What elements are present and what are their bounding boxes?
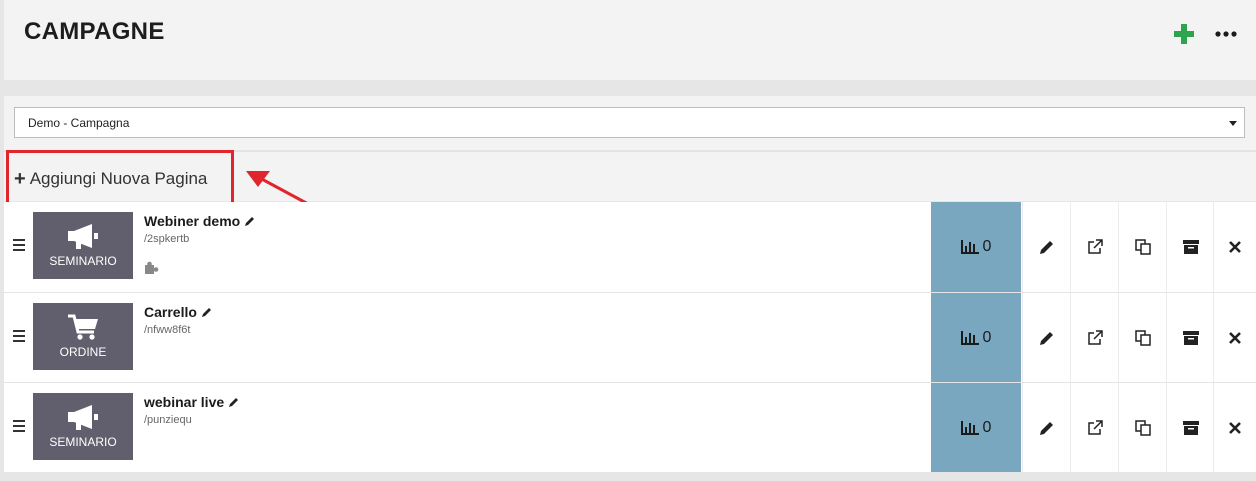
page-title-link[interactable]: Carrello <box>144 304 213 320</box>
close-icon <box>1229 421 1241 434</box>
page-row: SEMINARIO Webiner demo /2spkertb 0 <box>4 202 1256 293</box>
archive-icon <box>1182 330 1199 345</box>
copy-icon <box>1134 329 1151 346</box>
open-external-button[interactable] <box>1070 383 1118 472</box>
close-icon <box>1229 241 1241 253</box>
cart-icon <box>68 314 98 340</box>
archive-button[interactable] <box>1166 383 1214 472</box>
pencil-icon <box>1039 421 1053 435</box>
page-row: SEMINARIO webinar live /punziequ 0 <box>4 383 1256 473</box>
page-title: CAMPAGNE <box>24 18 165 45</box>
page-slug: /nfww8f6t <box>144 324 191 336</box>
megaphone-icon <box>68 224 98 249</box>
bar-chart-icon <box>960 420 979 435</box>
archive-button[interactable] <box>1166 202 1214 292</box>
drag-handle-icon[interactable] <box>13 420 25 435</box>
edit-button[interactable] <box>1022 383 1070 472</box>
stats-count: 0 <box>982 238 992 255</box>
page-thumbnail[interactable]: SEMINARIO <box>33 393 133 460</box>
page-title-link[interactable]: Webiner demo <box>144 213 256 229</box>
page-type-label: SEMINARIO <box>49 435 117 449</box>
page-name: webinar live <box>144 394 225 410</box>
archive-icon <box>1182 420 1199 435</box>
edit-button[interactable] <box>1022 293 1070 382</box>
open-external-button[interactable] <box>1070 293 1118 382</box>
bar-chart-icon <box>960 330 979 345</box>
close-icon <box>1229 331 1241 344</box>
delete-button[interactable] <box>1213 293 1256 382</box>
stats-button[interactable]: 0 <box>931 293 1021 382</box>
archive-button[interactable] <box>1166 293 1214 382</box>
megaphone-icon <box>68 405 98 430</box>
add-campaign-button[interactable] <box>1172 22 1196 46</box>
archive-icon <box>1182 240 1199 254</box>
campaign-select-value: Demo - Campagna <box>28 116 130 130</box>
pages-list: SEMINARIO Webiner demo /2spkertb 0 ORDIN… <box>4 202 1256 473</box>
duplicate-button[interactable] <box>1118 293 1166 382</box>
page-slug: /2spkertb <box>144 233 190 245</box>
campaign-select[interactable]: Demo - Campagna <box>14 107 1245 138</box>
pencil-icon <box>245 217 255 226</box>
caret-down-icon <box>1229 121 1237 126</box>
plus-icon <box>1174 24 1194 44</box>
stats-button[interactable]: 0 <box>931 383 1021 472</box>
stats-count: 0 <box>982 328 992 346</box>
drag-handle-icon[interactable] <box>13 239 25 254</box>
annotation-highlight-box <box>6 150 234 205</box>
external-link-icon <box>1087 329 1103 345</box>
delete-button[interactable] <box>1213 202 1256 292</box>
duplicate-button[interactable] <box>1118 202 1166 292</box>
external-link-icon <box>1087 239 1103 254</box>
bar-chart-icon <box>960 240 979 254</box>
copy-icon <box>1134 419 1151 436</box>
duplicate-button[interactable] <box>1118 383 1166 472</box>
pencil-icon <box>201 308 211 317</box>
pencil-icon <box>1039 241 1053 254</box>
page-title-link[interactable]: webinar live <box>144 394 240 410</box>
pencil-icon <box>229 398 239 407</box>
copy-icon <box>1134 239 1151 255</box>
more-options-button[interactable] <box>1214 22 1238 46</box>
page-thumbnail[interactable]: SEMINARIO <box>33 212 133 279</box>
drag-handle-icon[interactable] <box>13 330 25 345</box>
page-slug: /punziequ <box>144 414 192 426</box>
external-link-icon <box>1087 419 1103 435</box>
page-type-label: SEMINARIO <box>49 254 117 268</box>
page-type-label: ORDINE <box>59 345 107 359</box>
campaigns-page: CAMPAGNE Demo - Campagna + Aggiungi Nuov… <box>0 0 1256 481</box>
edit-button[interactable] <box>1022 202 1070 292</box>
ellipsis-icon <box>1215 31 1237 37</box>
page-name: Webiner demo <box>144 213 241 229</box>
open-external-button[interactable] <box>1070 202 1118 292</box>
page-row: ORDINE Carrello /nfww8f6t 0 <box>4 293 1256 383</box>
campaign-selector-bar: Demo - Campagna <box>4 96 1256 150</box>
delete-button[interactable] <box>1213 383 1256 472</box>
page-header: CAMPAGNE <box>4 0 1256 80</box>
page-thumbnail[interactable]: ORDINE <box>33 303 133 370</box>
stats-button[interactable]: 0 <box>931 202 1021 292</box>
pencil-icon <box>1039 331 1053 345</box>
stats-count: 0 <box>982 418 992 436</box>
page-name: Carrello <box>144 304 197 320</box>
puzzle-icon <box>145 261 159 274</box>
